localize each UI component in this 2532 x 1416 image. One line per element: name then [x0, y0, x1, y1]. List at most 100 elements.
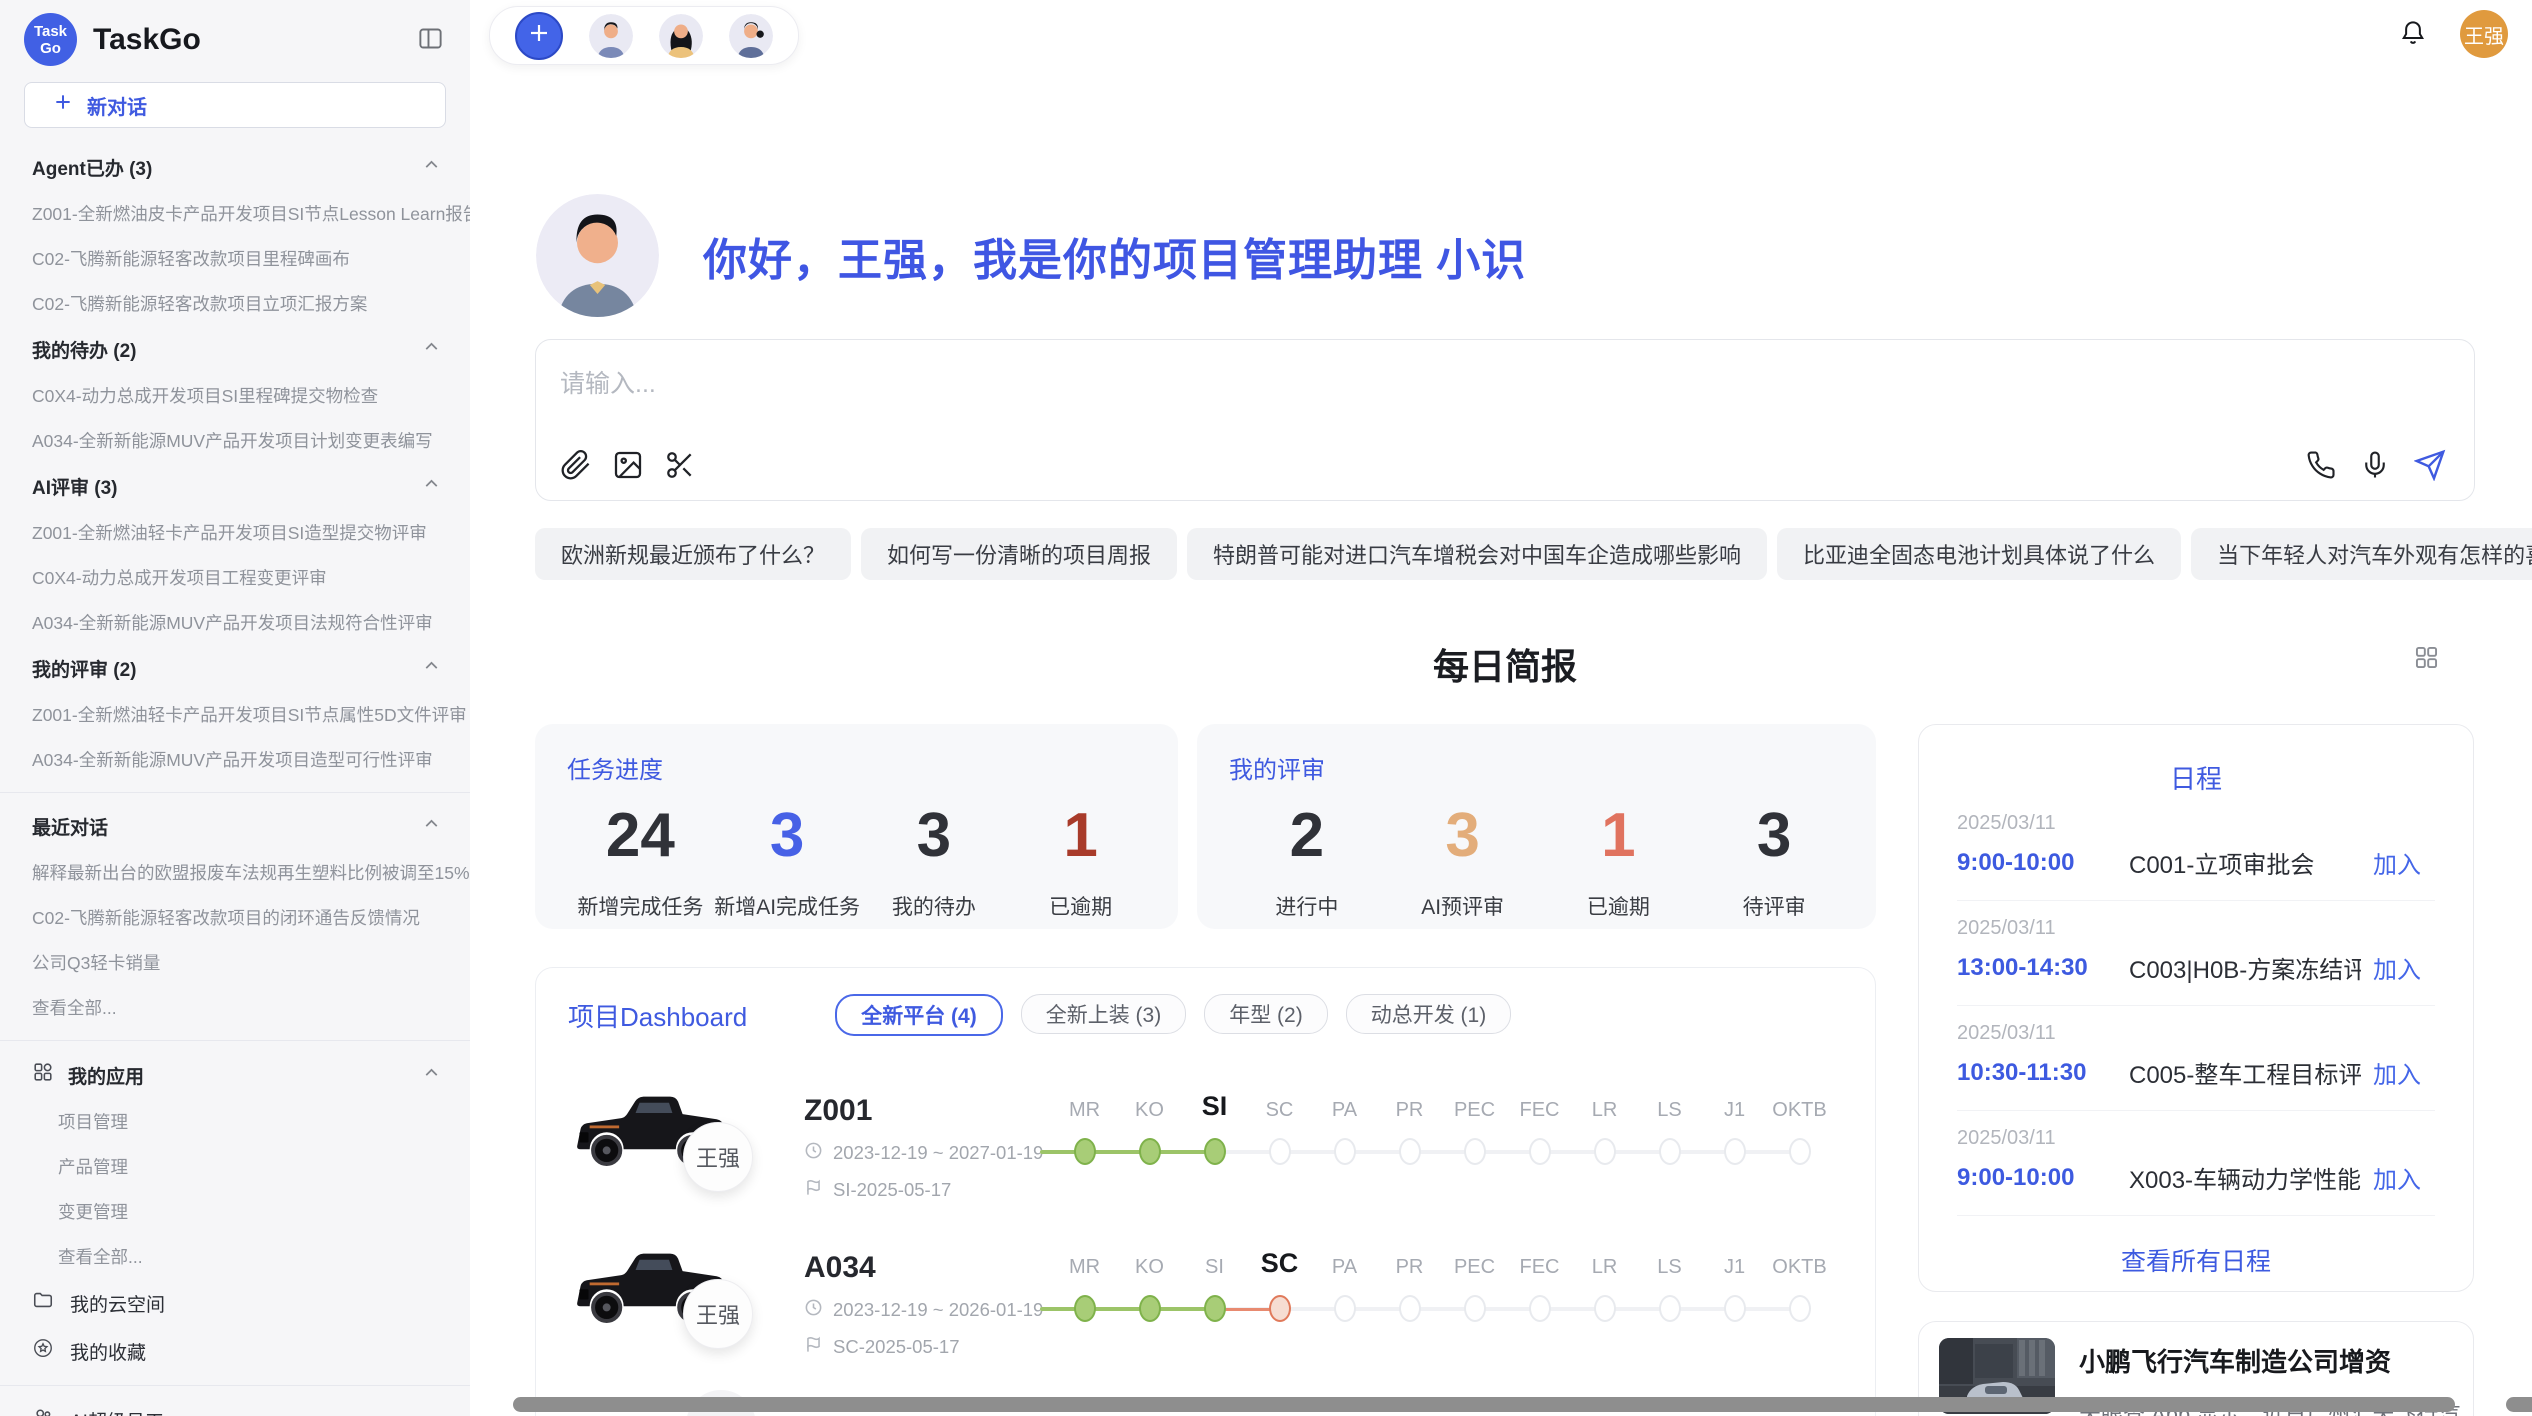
- stat-card: 我的评审2进行中3AI预评审1已逾期3待评审: [1197, 724, 1876, 929]
- plus-icon: [53, 92, 73, 118]
- attach-button[interactable]: [558, 447, 594, 486]
- sidebar-groups: Agent已办 (3)Z001-全新燃油皮卡产品开发项目SI节点Lesson L…: [0, 144, 470, 782]
- message-composer[interactable]: 请输入...: [535, 339, 2475, 501]
- agent-avatar-1[interactable]: [589, 14, 633, 58]
- dashboard-tab[interactable]: 动总开发 (1): [1346, 994, 1512, 1034]
- project-info: A0342023-12-19 ~ 2026-01-19SC-2025-05-17: [804, 1227, 1044, 1384]
- screenshot-button[interactable]: [662, 447, 698, 486]
- app-sub-item[interactable]: 产品管理: [0, 1144, 470, 1189]
- user-avatar[interactable]: 王强: [2460, 10, 2508, 58]
- project-dates: 2023-12-19 ~ 2026-01-19: [804, 1298, 1044, 1322]
- sidebar-task-item[interactable]: Z001-全新燃油轻卡产品开发项目SI节点属性5D文件评审: [0, 692, 470, 737]
- agent-avatar-3[interactable]: [729, 14, 773, 58]
- milestone-dot: [1074, 1138, 1096, 1165]
- agent-avatar-2[interactable]: [659, 14, 703, 58]
- sidebar-task-item[interactable]: C02-飞腾新能源轻客改款项目里程碑画布: [0, 236, 470, 281]
- dashboard-header: 项目Dashboard 全新平台 (4) 全新上装 (3) 年型 (2) 动总开发 (…: [536, 968, 1875, 1036]
- sidebar-task-item[interactable]: A034-全新新能源MUV产品开发项目计划变更表编写: [0, 418, 470, 463]
- sidebar-task-item[interactable]: Z001-全新燃油轻卡产品开发项目SI造型提交物评审: [0, 510, 470, 555]
- new-chat-label: 新对话: [87, 91, 147, 120]
- sidebar-collapse-button[interactable]: [413, 21, 448, 59]
- sidebar-task-item[interactable]: C0X4-动力总成开发项目工程变更评审: [0, 555, 470, 600]
- dashboard-tab[interactable]: 全新平台 (4): [835, 994, 1003, 1036]
- sidebar-task-item[interactable]: C0X4-动力总成开发项目SI里程碑提交物检查: [0, 373, 470, 418]
- horizontal-scrollbar[interactable]: [513, 1397, 2455, 1412]
- milestone-label: KO: [1117, 1256, 1182, 1279]
- milestone-dot: [1659, 1138, 1681, 1165]
- divider: [0, 792, 470, 793]
- notifications-button[interactable]: [2394, 14, 2432, 55]
- dashboard-tab[interactable]: 年型 (2): [1204, 994, 1328, 1034]
- project-row[interactable]: 王强 A0342023-12-19 ~ 2026-01-19SC-2025-05-…: [536, 1227, 1875, 1384]
- milestone-label: PEC: [1442, 1099, 1507, 1122]
- flag-icon: [804, 1335, 823, 1359]
- stat-label: 新增完成任务: [567, 891, 714, 921]
- owner-badge: 王强: [683, 1279, 753, 1349]
- sidebar-task-item[interactable]: A034-全新新能源MUV产品开发项目法规符合性评审: [0, 600, 470, 645]
- microphone-button[interactable]: [2358, 448, 2392, 485]
- milestone-label: LR: [1572, 1256, 1637, 1279]
- sidebar-group-header[interactable]: AI评审 (3): [0, 463, 470, 510]
- join-event-link[interactable]: 加入: [2373, 950, 2421, 985]
- recent-chat-item[interactable]: 公司Q3轻卡销量: [0, 940, 470, 985]
- join-event-link[interactable]: 加入: [2373, 845, 2421, 880]
- sidebar-task-item[interactable]: Z001-全新燃油皮卡产品开发项目SI节点Lesson Learn报告: [0, 191, 470, 236]
- recent-chat-item[interactable]: 查看全部...: [0, 985, 470, 1030]
- voice-call-button[interactable]: [2304, 448, 2338, 485]
- milestone-dot: [1139, 1138, 1161, 1165]
- scissors-icon: [664, 449, 696, 484]
- dashboard-title: 项目Dashboard: [568, 997, 747, 1034]
- sidebar-task-item[interactable]: C02-飞腾新能源轻客改款项目立项汇报方案: [0, 281, 470, 326]
- suggestion-chip[interactable]: 欧洲新规最近颁布了什么？: [535, 528, 851, 580]
- milestone-label: MR: [1052, 1099, 1117, 1122]
- project-row[interactable]: 王强Z0012023-12-19 ~ 2027-01-19SI-2025-05-…: [536, 1070, 1875, 1227]
- stat-value: 1: [1007, 799, 1154, 873]
- app-title: TaskGo: [93, 23, 413, 57]
- recent-chat-item[interactable]: 解释最新出台的欧盟报废车法规再生塑料比例被调至15%...: [0, 850, 470, 895]
- app-sub-item[interactable]: 查看全部...: [0, 1234, 470, 1279]
- sidebar-item-favorites[interactable]: 我的收藏: [0, 1327, 470, 1375]
- new-chat-button[interactable]: 新对话: [24, 82, 446, 128]
- send-button[interactable]: [2412, 447, 2448, 486]
- greeting-title: 你好，王强，我是你的项目管理助理 小识: [703, 224, 1526, 288]
- milestone-label: MR: [1052, 1256, 1117, 1279]
- recent-chats-header[interactable]: 最近对话: [0, 803, 470, 850]
- suggestion-chip[interactable]: 特朗普可能对进口汽车增税会对中国车企造成哪些影响: [1187, 528, 1767, 580]
- sidebar-group-header[interactable]: 我的待办 (2): [0, 326, 470, 373]
- stat-value: 3: [1696, 799, 1852, 873]
- suggestion-chip[interactable]: 比亚迪全固态电池计划具体说了什么: [1777, 528, 2181, 580]
- milestone-label: OKTB: [1767, 1099, 1832, 1122]
- layout-toggle-button[interactable]: [2409, 640, 2444, 678]
- join-event-link[interactable]: 加入: [2373, 1160, 2421, 1195]
- view-all-schedule-link[interactable]: 查看所有日程: [1957, 1242, 2435, 1278]
- sidebar-group-header[interactable]: Agent已办 (3): [0, 144, 470, 191]
- my-apps-header[interactable]: 我的应用: [0, 1051, 470, 1099]
- milestone-label: SI: [1182, 1091, 1247, 1122]
- dashboard-tab[interactable]: 全新上装 (3): [1021, 994, 1187, 1034]
- sidebar-group-header[interactable]: 我的评审 (2): [0, 645, 470, 692]
- sidebar-task-item[interactable]: A034-全新新能源MUV产品开发项目造型可行性评审: [0, 737, 470, 782]
- milestone-timeline: MRKOSISCPAPRPECFECLRLSJ1OKTB: [1052, 1227, 1875, 1384]
- app-logo: Task Go: [24, 13, 77, 66]
- milestone-label: LS: [1637, 1099, 1702, 1122]
- composer-placeholder: 请输入...: [560, 364, 656, 400]
- milestone-dot: [1724, 1138, 1746, 1165]
- app-sub-item[interactable]: 项目管理: [0, 1099, 470, 1144]
- event-date: 2025/03/11: [1957, 1022, 2435, 1045]
- sidebar-tool-people-icon[interactable]: AI超级员工: [0, 1396, 470, 1416]
- suggestion-chip[interactable]: 当下年轻人对汽车外观有怎样的喜好趋势: [2191, 528, 2532, 580]
- add-agent-button[interactable]: [515, 12, 563, 60]
- chevron-up-icon: [421, 655, 442, 682]
- app-root: Task Go TaskGo 新对话 Agent已办 (3)Z001-全新燃油皮…: [0, 0, 2532, 1416]
- image-upload-button[interactable]: [610, 447, 646, 486]
- stat: 2进行中: [1229, 799, 1385, 921]
- recent-chat-item[interactable]: C02-飞腾新能源轻客改款项目的闭环通告反馈情况: [0, 895, 470, 940]
- join-event-link[interactable]: 加入: [2373, 1055, 2421, 1090]
- app-sub-item[interactable]: 变更管理: [0, 1189, 470, 1234]
- suggestion-chip[interactable]: 如何写一份清晰的项目周报: [861, 528, 1177, 580]
- milestone-label: PR: [1377, 1099, 1442, 1122]
- milestone-dot: [1269, 1138, 1291, 1165]
- sidebar-item-cloud[interactable]: 我的云空间: [0, 1279, 470, 1327]
- milestone-dot: [1529, 1295, 1551, 1322]
- panel-collapse-icon: [417, 25, 444, 55]
